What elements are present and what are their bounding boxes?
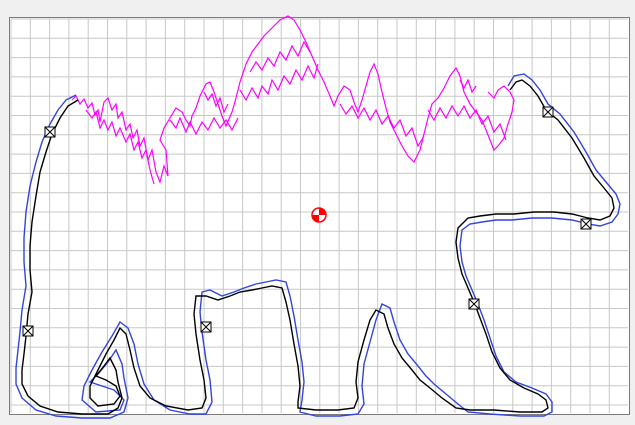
tree-line-artwork[interactable] bbox=[71, 15, 515, 185]
design-drawing[interactable] bbox=[0, 0, 635, 425]
tree-artwork-path bbox=[71, 15, 515, 184]
crossed-box-icon[interactable] bbox=[580, 218, 592, 230]
tree-artwork-path bbox=[339, 103, 425, 148]
crossed-box-icon[interactable] bbox=[468, 298, 480, 310]
crossed-box-icon[interactable] bbox=[22, 325, 34, 337]
bear-inner-cut-path bbox=[21, 79, 615, 415]
crosshair-target-icon[interactable] bbox=[311, 207, 327, 223]
crossed-box-icon[interactable] bbox=[44, 126, 56, 138]
crossed-box-icon[interactable] bbox=[542, 106, 554, 118]
node-markers[interactable] bbox=[22, 106, 592, 337]
tree-artwork-path bbox=[459, 78, 477, 94]
tree-artwork-path bbox=[203, 91, 229, 114]
crossed-box-icon[interactable] bbox=[200, 321, 212, 333]
